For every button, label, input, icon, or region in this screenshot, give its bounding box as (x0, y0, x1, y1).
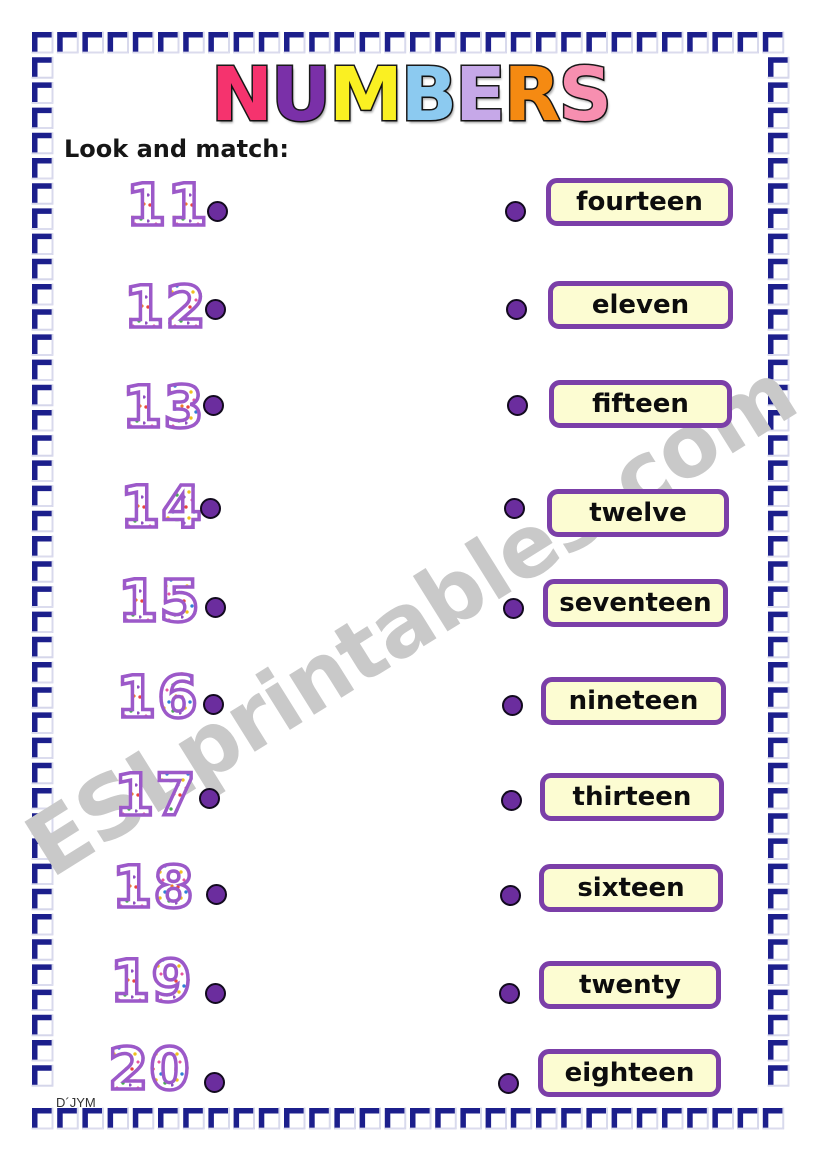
left-connector-dot-12[interactable] (205, 299, 226, 320)
left-connector-dot-16[interactable] (203, 694, 224, 715)
word-box-fifteen[interactable]: fifteen (549, 380, 732, 428)
right-connector-dot-eleven[interactable] (506, 299, 527, 320)
instruction-text: Look and match: (64, 135, 289, 163)
right-connector-dot-twelve[interactable] (504, 498, 525, 519)
word-box-twenty[interactable]: twenty (539, 961, 721, 1009)
title-letter-s-6: S (557, 52, 613, 138)
author-signature: D´JYM (56, 1095, 96, 1110)
left-connector-dot-14[interactable] (200, 498, 221, 519)
left-connector-dot-11[interactable] (207, 201, 228, 222)
numeral-15: 15 (116, 567, 201, 635)
title-letter-b-3: B (399, 52, 458, 138)
word-box-eleven[interactable]: eleven (548, 281, 733, 329)
left-connector-dot-13[interactable] (203, 395, 224, 416)
right-connector-dot-nineteen[interactable] (502, 695, 523, 716)
numeral-17: 17 (112, 761, 197, 829)
left-connector-dot-18[interactable] (206, 884, 227, 905)
numeral-14: 14 (118, 473, 203, 541)
title-letter-e-4: E (454, 52, 508, 138)
numeral-13: 13 (120, 373, 205, 441)
word-box-thirteen[interactable]: thirteen (540, 773, 724, 821)
left-connector-dot-15[interactable] (205, 597, 226, 618)
right-connector-dot-twenty[interactable] (499, 983, 520, 1004)
word-box-sixteen[interactable]: sixteen (539, 864, 723, 912)
left-connector-dot-17[interactable] (199, 788, 220, 809)
word-box-fourteen[interactable]: fourteen (546, 178, 733, 226)
left-connector-dot-20[interactable] (204, 1072, 225, 1093)
numeral-11: 11 (124, 171, 209, 239)
right-connector-dot-eighteen[interactable] (498, 1073, 519, 1094)
word-box-eighteen[interactable]: eighteen (538, 1049, 721, 1097)
numeral-12: 12 (122, 273, 207, 341)
right-connector-dot-sixteen[interactable] (500, 885, 521, 906)
numeral-16: 16 (114, 663, 199, 731)
title-letter-u-1: U (269, 52, 332, 138)
page-title: NUMBERS (0, 52, 821, 138)
word-box-seventeen[interactable]: seventeen (543, 579, 728, 627)
title-letter-r-5: R (502, 52, 562, 138)
worksheet-page: ESLprintables.com NUMBERS Look and match… (0, 0, 821, 1161)
right-connector-dot-fifteen[interactable] (507, 395, 528, 416)
word-box-twelve[interactable]: twelve (547, 489, 729, 537)
word-box-nineteen[interactable]: nineteen (541, 677, 726, 725)
numeral-18: 18 (110, 853, 195, 921)
title-letter-n-0: N (210, 52, 275, 138)
numeral-20: 20 (106, 1035, 191, 1103)
numeral-19: 19 (108, 947, 193, 1015)
right-connector-dot-thirteen[interactable] (501, 790, 522, 811)
right-connector-dot-seventeen[interactable] (503, 598, 524, 619)
left-connector-dot-19[interactable] (205, 983, 226, 1004)
title-letter-m-2: M (328, 52, 405, 138)
right-connector-dot-fourteen[interactable] (505, 201, 526, 222)
